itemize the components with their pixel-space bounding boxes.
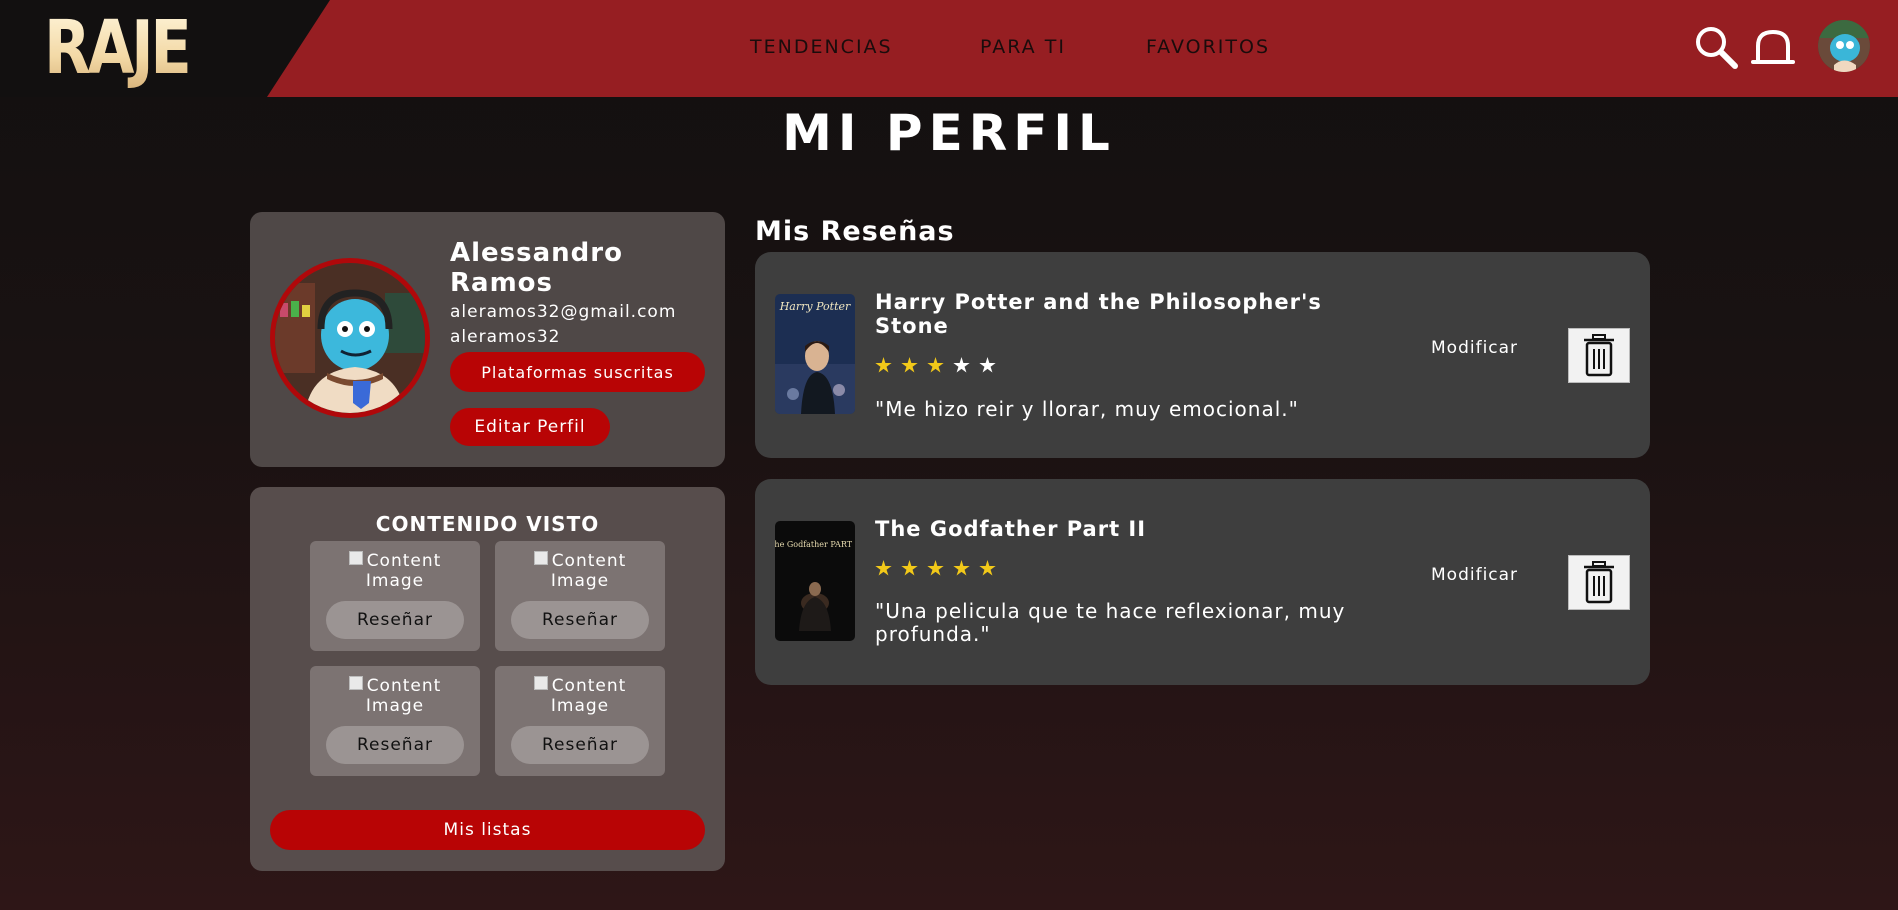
- nav-para-ti[interactable]: PARA TI: [980, 36, 1066, 58]
- trash-icon: [1584, 334, 1614, 377]
- star-icon: [927, 560, 944, 576]
- star-icon: [875, 357, 892, 373]
- review-text: "Me hizo reir y llorar, muy emocional.": [875, 397, 1299, 421]
- star-icon: [875, 560, 892, 576]
- content-tile: Content Image Reseñar: [495, 666, 665, 776]
- reviews-title: Mis Reseñas: [755, 216, 955, 247]
- delete-review-button[interactable]: [1568, 328, 1630, 383]
- broken-image-icon: [348, 551, 363, 565]
- delete-review-button[interactable]: [1568, 555, 1630, 610]
- profile-card: Alessandro Ramos aleramos32@gmail.com al…: [250, 212, 725, 467]
- broken-image-icon: [533, 551, 548, 565]
- edit-profile-button[interactable]: Editar Perfil: [450, 408, 610, 446]
- poster-title-text: The Godfather PART II: [775, 540, 855, 549]
- profile-email: aleramos32@gmail.com: [450, 302, 677, 322]
- profile-name: Alessandro Ramos: [450, 238, 623, 298]
- content-image: Content Image: [320, 676, 470, 716]
- content-tile: Content Image Reseñar: [495, 541, 665, 651]
- review-title: Harry Potter and the Philosopher's Stone: [875, 290, 1322, 338]
- review-content-button[interactable]: Reseñar: [326, 601, 464, 639]
- search-icon[interactable]: [1693, 24, 1739, 70]
- platforms-button[interactable]: Plataformas suscritas: [450, 352, 705, 392]
- content-tile: Content Image Reseñar: [310, 541, 480, 651]
- profile-username: aleramos32: [450, 327, 561, 347]
- review-text: "Una pelicula que te hace reflexionar, m…: [875, 599, 1346, 646]
- bell-icon[interactable]: [1750, 24, 1796, 70]
- modify-review-button[interactable]: Modificar: [1431, 338, 1518, 358]
- review-content-button[interactable]: Reseñar: [511, 601, 649, 639]
- star-icon: [953, 560, 970, 576]
- watched-content-card: CONTENIDO VISTO Content Image Reseñar Co…: [250, 487, 725, 871]
- content-image: Content Image: [505, 676, 655, 716]
- my-lists-button[interactable]: Mis listas: [270, 810, 705, 850]
- watched-title: CONTENIDO VISTO: [375, 512, 600, 536]
- nav-favoritos[interactable]: FAVORITOS: [1146, 36, 1270, 58]
- star-icon: [979, 357, 996, 373]
- review-card: Harry Potter Harry Potter and the Philos…: [755, 252, 1650, 458]
- logo-area: RAJE: [0, 0, 330, 97]
- review-card: The Godfather PART II The Godfather Part…: [755, 479, 1650, 685]
- review-title: The Godfather Part II: [875, 517, 1147, 541]
- review-content-button[interactable]: Reseñar: [326, 726, 464, 764]
- star-icon: [927, 357, 944, 373]
- movie-poster: Harry Potter: [775, 294, 855, 414]
- trash-icon: [1584, 561, 1614, 604]
- content-image-alt: Content Image: [550, 676, 627, 716]
- content-image: Content Image: [505, 551, 655, 591]
- user-avatar-small[interactable]: [1818, 20, 1870, 72]
- rating-stars: [875, 357, 996, 374]
- profile-avatar: [270, 258, 430, 418]
- content-image: Content Image: [320, 551, 470, 591]
- content-tile: Content Image Reseñar: [310, 666, 480, 776]
- content-image-alt: Content Image: [365, 551, 442, 591]
- star-icon: [979, 560, 996, 576]
- movie-poster: The Godfather PART II: [775, 521, 855, 641]
- content-image-alt: Content Image: [365, 676, 442, 716]
- app-logo[interactable]: RAJE: [44, 5, 192, 91]
- star-icon: [953, 357, 970, 373]
- broken-image-icon: [533, 676, 548, 690]
- star-icon: [901, 560, 918, 576]
- rating-stars: [875, 560, 996, 577]
- review-content-button[interactable]: Reseñar: [511, 726, 649, 764]
- top-header: RAJE TENDENCIAS PARA TI FAVORITOS: [0, 0, 1898, 97]
- poster-title-text: Harry Potter: [779, 300, 851, 313]
- content-image-alt: Content Image: [550, 551, 627, 591]
- modify-review-button[interactable]: Modificar: [1431, 565, 1518, 585]
- broken-image-icon: [348, 676, 363, 690]
- page-title: MI PERFIL: [782, 104, 1116, 162]
- nav-tendencias[interactable]: TENDENCIAS: [750, 36, 893, 58]
- star-icon: [901, 357, 918, 373]
